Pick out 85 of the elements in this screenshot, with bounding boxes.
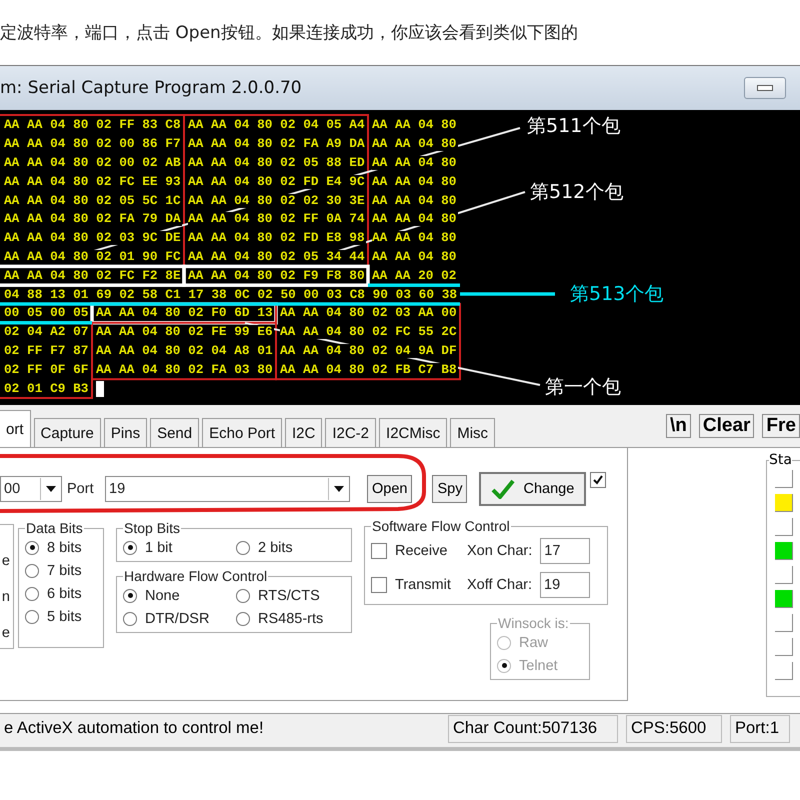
toolbar-button[interactable]: Clear <box>698 414 754 438</box>
tab[interactable]: Capture <box>34 418 101 447</box>
hex-bytes: AA AA 04 80 02 FC 55 2C <box>280 325 458 340</box>
dropdown-arrow-icon <box>46 486 56 492</box>
baud-dropdown[interactable]: 00 <box>0 476 62 502</box>
option-label: e <box>2 553 10 569</box>
checkbox[interactable] <box>371 577 387 593</box>
tab[interactable]: I2CMisc <box>379 418 448 447</box>
toolbar-button[interactable]: Fre <box>762 414 800 438</box>
group-title: Sta <box>769 452 792 468</box>
checkmark-icon <box>491 479 516 499</box>
radio-label: 5 bits <box>47 608 82 624</box>
status-field: CPS:5600 <box>626 714 722 742</box>
hex-bytes: AA AA 04 80 02 02 30 3E <box>188 194 366 208</box>
instruction-text: 定波特率，端口，点击 Open按钮。如果连接成功，你应该会看到类似下图的 <box>0 22 579 45</box>
radio-label: 8 bits <box>47 540 82 556</box>
radio-button[interactable] <box>123 540 137 554</box>
input-field[interactable]: 17 <box>540 538 590 564</box>
radio-button[interactable] <box>25 610 39 624</box>
hex-bytes: AA AA 04 80 <box>372 137 458 152</box>
status-field: Port:1 <box>730 714 790 742</box>
option-label: n <box>2 589 10 605</box>
checkbox-label: Transmit <box>395 577 452 593</box>
tab[interactable]: Send <box>150 418 200 447</box>
hex-bytes: AA AA 04 80 02 04 9A DF <box>280 344 458 358</box>
tab[interactable]: I2C-2 <box>325 418 376 447</box>
change-button[interactable]: Change <box>479 472 586 506</box>
spy-button[interactable]: Spy <box>432 475 468 503</box>
radio-button[interactable] <box>123 612 137 626</box>
hex-bytes: AA AA 04 80 <box>372 212 458 226</box>
window-title: m: Serial Capture Program 2.0.0.70 <box>0 78 302 98</box>
hex-bytes: AA AA 04 80 <box>372 156 458 170</box>
hex-bytes: AA AA 04 80 02 03 9C DE <box>4 231 182 246</box>
port-dropdown[interactable]: 19 <box>105 476 350 502</box>
annotation-label: 第512个包 <box>530 180 624 204</box>
tab[interactable]: ort <box>0 410 31 447</box>
hex-bytes: AA AA 04 80 02 FF 0A 74 <box>188 212 366 226</box>
option-label: e <box>2 625 10 641</box>
tab[interactable]: Misc <box>450 418 496 447</box>
radio-label: None <box>145 588 180 604</box>
radio-label: 7 bits <box>47 562 82 578</box>
radio-button[interactable] <box>25 540 39 554</box>
hex-bytes: AA AA 04 80 02 05 34 44 <box>188 250 366 264</box>
radio-label: 6 bits <box>47 586 82 602</box>
field-label: Xoff Char: <box>467 577 532 593</box>
checkbox[interactable] <box>590 472 606 488</box>
radio-label: RTS/CTS <box>258 588 320 604</box>
annotation-label: 第一个包 <box>545 375 621 399</box>
radio-label: Raw <box>519 634 548 650</box>
radio-label: DTR/DSR <box>145 610 210 626</box>
dropdown-arrow-icon <box>334 486 344 492</box>
group-title: Hardware Flow Control <box>123 568 268 584</box>
open-button[interactable]: Open <box>367 475 412 503</box>
annotation-label: 第511个包 <box>527 114 620 138</box>
hex-bytes: AA AA 04 80 02 FA 79 DA <box>4 212 182 226</box>
minimize-button[interactable] <box>744 77 786 99</box>
status-field: Char Count:507136 <box>448 714 618 742</box>
tab[interactable]: Pins <box>104 418 148 447</box>
group-title: Software Flow Control <box>371 518 511 534</box>
group-title: Winsock is: <box>497 615 570 631</box>
radio-button[interactable] <box>236 588 250 602</box>
port-label: Port <box>67 481 95 497</box>
toolbar-button[interactable]: \n <box>666 414 691 438</box>
checkbox[interactable] <box>371 543 387 559</box>
text-cursor <box>96 380 104 397</box>
status-field: e ActiveX automation to control me! <box>0 714 440 742</box>
radio-label: Telnet <box>519 658 558 674</box>
field-label: Xon Char: <box>467 543 532 559</box>
hex-bytes: AA AA 04 80 02 FD E4 9C <box>188 174 366 189</box>
radio-button[interactable] <box>25 586 39 600</box>
tab[interactable]: Echo Port <box>202 418 282 447</box>
annotation-label: 第513个包 <box>570 282 664 306</box>
radio-button[interactable] <box>236 540 250 554</box>
radio-button[interactable] <box>25 564 39 578</box>
group-title: Stop Bits <box>123 520 182 536</box>
tab[interactable]: I2C <box>285 418 322 447</box>
radio-label: 1 bit <box>145 540 172 556</box>
group-title: Data Bits <box>25 520 84 536</box>
radio-button[interactable] <box>123 588 137 602</box>
hex-bytes: AA AA 04 80 02 FD E8 98 <box>188 231 366 246</box>
radio-button[interactable] <box>236 612 250 626</box>
input-field[interactable]: 19 <box>540 572 590 598</box>
checkbox-label: Receive <box>395 543 448 559</box>
radio-label: RS485-rts <box>258 610 324 626</box>
radio-label: 2 bits <box>258 540 293 556</box>
